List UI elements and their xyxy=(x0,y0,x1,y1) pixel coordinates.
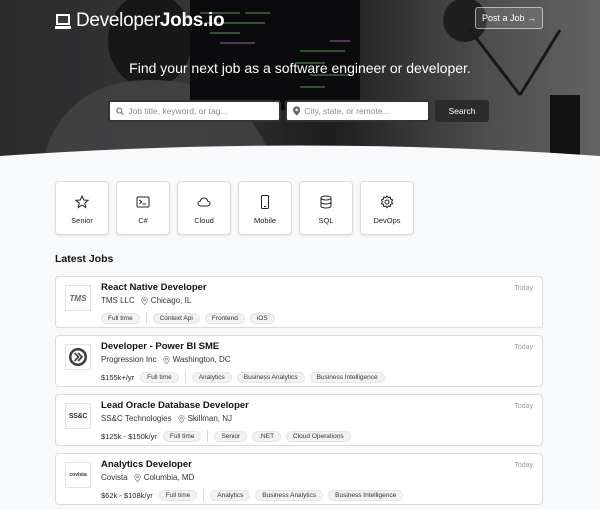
job-meta: Covista Columbia, MD xyxy=(101,473,194,482)
tag-divider xyxy=(203,489,205,501)
skill-tag[interactable]: iOS xyxy=(249,312,275,324)
category-label: Senior xyxy=(71,216,93,225)
gear-icon xyxy=(380,195,394,209)
location-pin-icon xyxy=(134,473,141,482)
post-job-button[interactable]: Post a Job → xyxy=(475,7,543,29)
job-meta: TMS LLC Chicago, IL xyxy=(101,296,191,305)
progression-logo-icon xyxy=(69,348,87,366)
job-title[interactable]: Analytics Developer xyxy=(101,459,192,470)
location-pin-icon xyxy=(162,355,170,364)
job-tags: $62k - $108k/yr Full time Analytics Busi… xyxy=(101,489,408,501)
location-pin-icon xyxy=(141,296,148,305)
job-type-badge: Full time xyxy=(162,430,202,442)
location-pin-icon xyxy=(293,106,301,116)
job-location: Skillman, NJ xyxy=(187,414,233,423)
job-meta: SS&C Technologies Skillman, NJ xyxy=(101,414,232,423)
job-type-badge: Full time xyxy=(158,489,198,501)
skill-tag[interactable]: Analytics xyxy=(210,489,251,501)
category-cloud[interactable]: Cloud xyxy=(177,181,231,235)
location-search-field[interactable] xyxy=(285,100,430,122)
mobile-icon xyxy=(261,195,269,209)
skill-tag[interactable]: Business Analytics xyxy=(236,371,305,383)
company-logo-tms: TMS xyxy=(65,285,91,311)
salary-text: $62k - $108k/yr xyxy=(101,490,153,500)
company-name: Covista xyxy=(101,473,128,482)
tag-divider xyxy=(145,312,147,324)
skill-tag[interactable]: Context Api xyxy=(152,312,200,324)
job-card[interactable]: SS&C Lead Oracle Database Developer SS&C… xyxy=(55,394,543,446)
posted-time: Today xyxy=(514,285,533,292)
tag-divider xyxy=(184,371,186,383)
company-logo-covista: covista xyxy=(65,462,91,488)
location-pin-icon xyxy=(177,414,185,423)
logo-text: DeveloperJobs.io xyxy=(76,10,225,31)
skill-tag[interactable]: Cloud Operations xyxy=(286,430,351,442)
latest-jobs-heading: Latest Jobs xyxy=(55,253,114,265)
location-search-input[interactable] xyxy=(304,106,428,116)
job-location: Columbia, MD xyxy=(143,473,195,482)
job-location: Washington, DC xyxy=(172,355,231,364)
skill-tag[interactable]: .NET xyxy=(252,430,282,442)
category-devops[interactable]: DevOps xyxy=(360,181,414,235)
category-label: Cloud xyxy=(194,216,214,225)
skill-tag[interactable]: Business Analytics xyxy=(255,489,324,501)
cloud-icon xyxy=(197,197,211,207)
category-sql[interactable]: SQL xyxy=(299,181,353,235)
star-icon xyxy=(75,195,89,209)
laptop-logo-icon xyxy=(55,13,71,29)
category-label: SQL xyxy=(318,216,334,225)
job-card[interactable]: covista Analytics Developer Covista Colu… xyxy=(55,453,543,505)
job-title[interactable]: React Native Developer xyxy=(101,282,207,293)
company-logo-progression xyxy=(65,344,91,370)
skill-tag[interactable]: Business Intelligence xyxy=(328,489,404,501)
salary-text: $125k - $150k/yr xyxy=(101,431,157,441)
skill-tag[interactable]: Senior xyxy=(214,430,248,442)
skill-tag[interactable]: Analytics xyxy=(191,371,232,383)
job-tags: Full time Context Api Frontend iOS xyxy=(101,312,280,324)
salary-text: $155k+/yr xyxy=(101,372,135,382)
site-logo[interactable]: DeveloperJobs.io xyxy=(55,10,225,32)
posted-time: Today xyxy=(514,344,533,351)
tag-divider xyxy=(207,430,209,442)
job-card[interactable]: Developer - Power BI SME Progression Inc… xyxy=(55,335,543,387)
job-type-badge: Full time xyxy=(140,371,179,383)
job-title[interactable]: Lead Oracle Database Developer xyxy=(101,400,249,411)
posted-time: Today xyxy=(514,462,533,469)
category-label: C# xyxy=(138,216,148,225)
search-icon xyxy=(116,107,124,115)
skill-tag[interactable]: Frontend xyxy=(204,312,245,324)
skill-tag[interactable]: Business Intelligence xyxy=(309,371,385,383)
job-tags: $125k - $150k/yr Full time Senior .NET C… xyxy=(101,430,356,442)
company-logo-ssc: SS&C xyxy=(65,403,91,429)
terminal-icon xyxy=(136,196,150,208)
job-title[interactable]: Developer - Power BI SME xyxy=(101,341,219,352)
category-mobile[interactable]: Mobile xyxy=(238,181,292,235)
hero-tagline: Find your next job as a software enginee… xyxy=(129,60,471,76)
hero-banner: DeveloperJobs.io Post a Job → Find your … xyxy=(0,0,600,170)
job-location: Chicago, IL xyxy=(150,296,192,305)
search-button[interactable]: Search xyxy=(435,100,489,122)
job-meta: Progression Inc Washington, DC xyxy=(101,355,231,364)
company-name: TMS LLC xyxy=(101,296,135,305)
category-senior[interactable]: Senior xyxy=(55,181,109,235)
keyword-search-input[interactable] xyxy=(128,106,279,116)
job-type-badge: Full time xyxy=(101,312,140,324)
job-tags: $155k+/yr Full time Analytics Business A… xyxy=(101,371,390,383)
posted-time: Today xyxy=(514,403,533,410)
category-label: Mobile xyxy=(253,216,277,225)
category-csharp[interactable]: C# xyxy=(116,181,170,235)
keyword-search-field[interactable] xyxy=(108,100,281,122)
company-name: Progression Inc xyxy=(101,355,157,364)
database-icon xyxy=(320,195,332,209)
job-card[interactable]: TMS React Native Developer TMS LLC Chica… xyxy=(55,276,543,328)
category-label: DevOps xyxy=(373,216,401,225)
company-name: SS&C Technologies xyxy=(101,414,172,423)
